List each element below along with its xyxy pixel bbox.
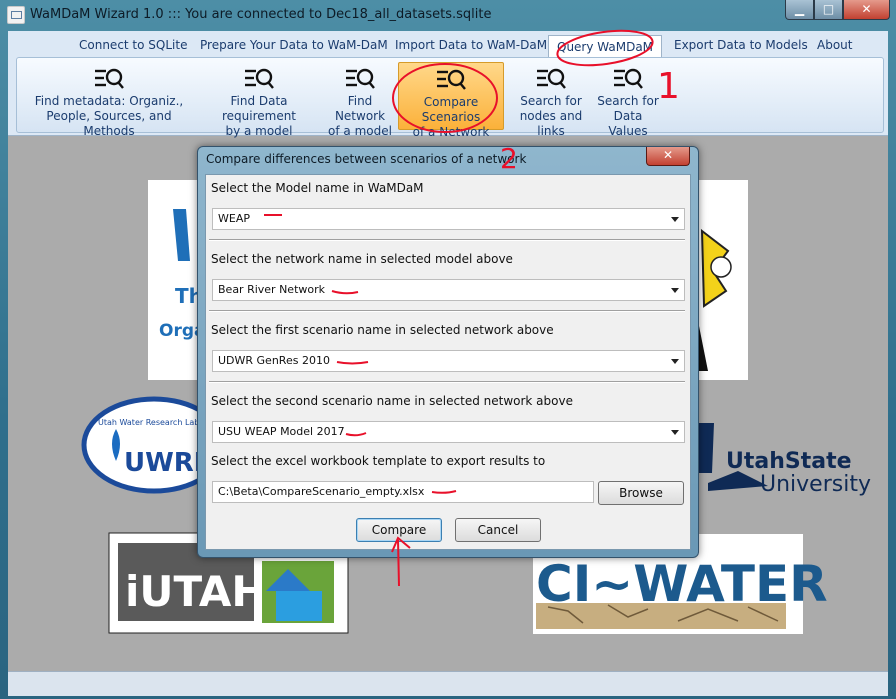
- query-tab-circle: [556, 29, 654, 67]
- annotation-label: 1: [657, 66, 680, 107]
- underline-mark: [336, 361, 369, 365]
- underline-mark: [431, 490, 457, 494]
- compare-button-circle: [392, 63, 498, 133]
- underline-mark: [331, 290, 359, 295]
- annotation-marks: [264, 29, 654, 587]
- annotation-layer: 1 2: [264, 29, 680, 587]
- app-window: WaMDaM Wizard 1.0 ::: You are connected …: [0, 0, 896, 699]
- underline-mark: [345, 432, 367, 437]
- annotation-label: 2: [500, 142, 518, 175]
- arrow-annotation: [391, 536, 411, 587]
